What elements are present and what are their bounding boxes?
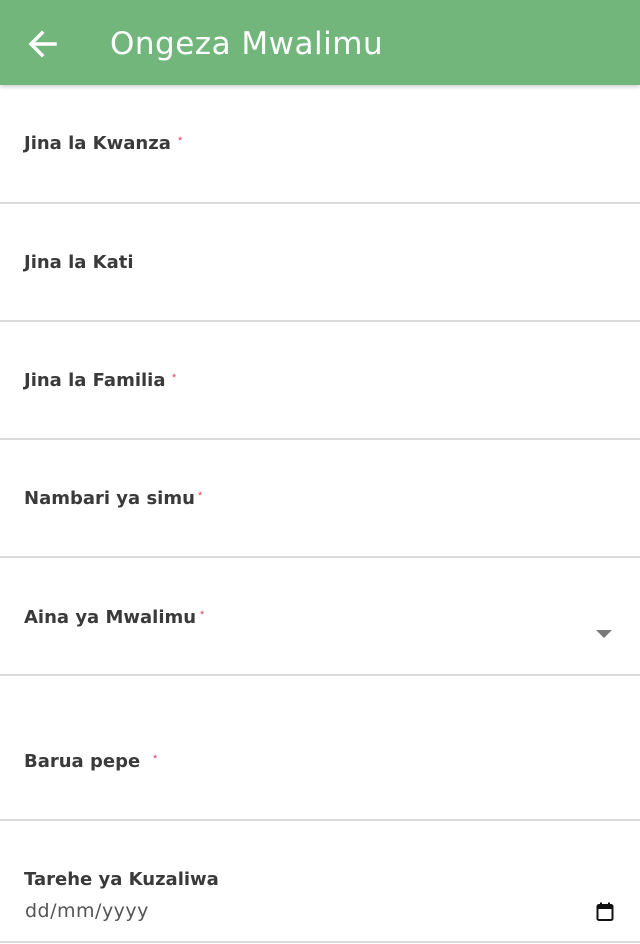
required-marker: * bbox=[178, 135, 183, 147]
calendar-icon[interactable] bbox=[596, 902, 614, 922]
middle-name-row: Jina la Kati bbox=[0, 204, 640, 322]
phone-row: Nambari ya simu * bbox=[0, 440, 640, 558]
back-button[interactable] bbox=[22, 24, 62, 64]
birth-date-label: Tarehe ya Kuzaliwa bbox=[24, 869, 219, 890]
required-marker: * bbox=[153, 753, 158, 765]
date-input[interactable]: dd/mm/yyyy bbox=[25, 900, 149, 922]
email-input[interactable] bbox=[24, 781, 616, 811]
email-row: Barua pepe * bbox=[0, 676, 640, 821]
arrow-left-icon bbox=[28, 30, 57, 58]
chevron-down-icon[interactable] bbox=[596, 630, 612, 638]
required-marker: * bbox=[172, 372, 177, 384]
first-name-input[interactable] bbox=[24, 163, 616, 193]
middle-name-input[interactable] bbox=[24, 282, 616, 312]
last-name-label: Jina la Familia bbox=[24, 370, 166, 391]
first-name-row: Jina la Kwanza * bbox=[0, 85, 640, 204]
last-name-row: Jina la Familia * bbox=[0, 322, 640, 440]
page-title: Ongeza Mwalimu bbox=[110, 26, 384, 62]
required-marker: * bbox=[198, 490, 203, 502]
required-marker: * bbox=[200, 609, 205, 621]
app-bar: Ongeza Mwalimu bbox=[0, 0, 640, 85]
teacher-type-label: Aina ya Mwalimu bbox=[24, 607, 197, 628]
phone-input[interactable] bbox=[24, 518, 616, 548]
last-name-input[interactable] bbox=[24, 400, 616, 430]
middle-name-label: Jina la Kati bbox=[24, 252, 134, 273]
teacher-type-row[interactable]: Aina ya Mwalimu * bbox=[0, 558, 640, 676]
first-name-label: Jina la Kwanza bbox=[24, 133, 171, 154]
email-label: Barua pepe bbox=[24, 751, 141, 772]
birth-date-row: Tarehe ya Kuzaliwa dd/mm/yyyy bbox=[0, 821, 640, 943]
phone-label: Nambari ya simu bbox=[24, 488, 195, 509]
